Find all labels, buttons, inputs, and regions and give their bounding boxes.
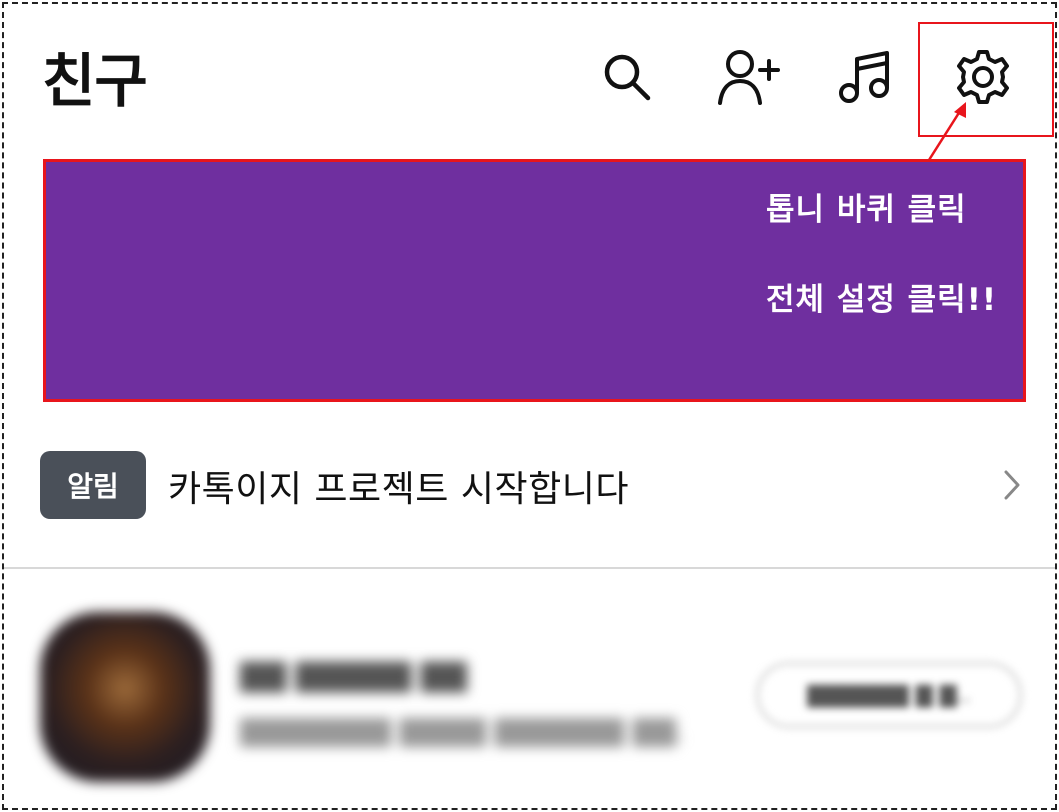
instruction-banner: 톱니 바퀴 클릭 전체 설정 클릭!! bbox=[43, 159, 1026, 402]
add-friend-icon[interactable] bbox=[714, 42, 784, 112]
instruction-line-1: 톱니 바퀴 클릭 bbox=[766, 192, 967, 228]
chevron-right-icon bbox=[1004, 470, 1020, 500]
divider bbox=[4, 567, 1055, 569]
notice-text: 카톡이지 프로젝트 시작합니다 bbox=[168, 469, 629, 510]
avatar bbox=[40, 612, 210, 782]
app-frame: 친구 톱니 바퀴 클릭 전체 설정 클릭!! 알림 카톡이지 프로젝트 시작합니… bbox=[2, 2, 1057, 810]
profile-name-blurred: ▇▇ ▇▇▇▇▇ ▇▇ bbox=[240, 658, 467, 693]
search-icon[interactable] bbox=[592, 42, 662, 112]
my-profile-row[interactable]: ▇▇ ▇▇▇▇▇ ▇▇ ▇▇▇▇▇▇▇ ▇▇▇▇ ▇▇▇▇▇▇ ▇▇. ▇▇▇▇… bbox=[4, 594, 1055, 794]
settings-highlight-box bbox=[918, 22, 1054, 137]
notice-badge: 알림 bbox=[40, 451, 146, 519]
music-icon[interactable] bbox=[830, 42, 900, 112]
page-title: 친구 bbox=[42, 47, 148, 115]
profile-music-pill-blurred[interactable]: ▇▇▇▇▇▇ ▇ ▇.. bbox=[756, 662, 1022, 728]
profile-status-blurred: ▇▇▇▇▇▇▇ ▇▇▇▇ ▇▇▇▇▇▇ ▇▇. bbox=[240, 714, 685, 747]
instruction-line-2: 전체 설정 클릭!! bbox=[766, 282, 997, 318]
notice-row[interactable]: 알림 카톡이지 프로젝트 시작합니다 bbox=[4, 434, 1055, 534]
